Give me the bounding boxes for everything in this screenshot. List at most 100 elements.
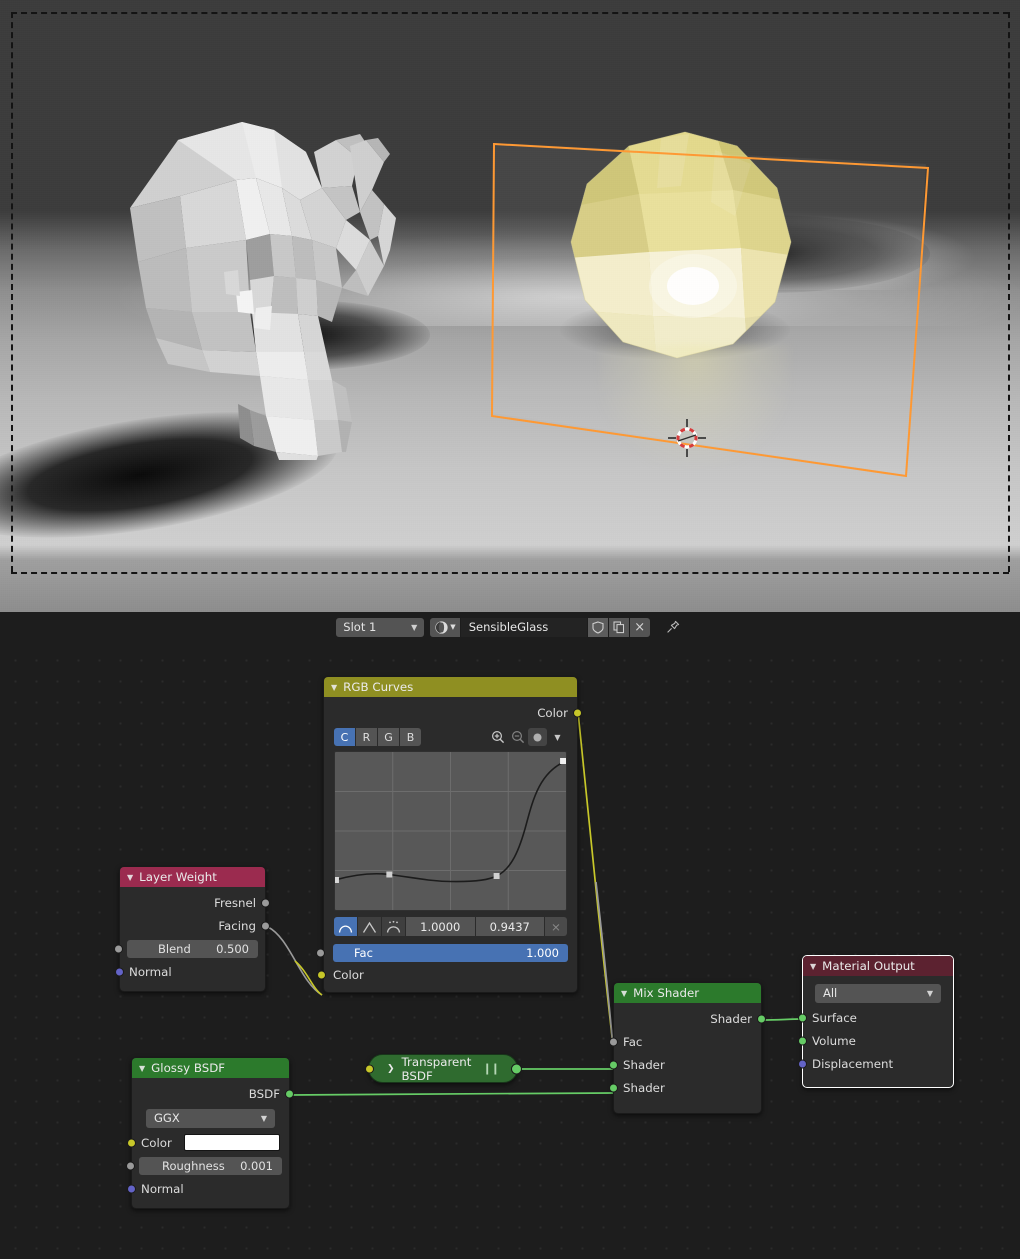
plane-selection-outline[interactable] [488, 136, 936, 484]
output-bsdf[interactable]: BSDF [132, 1082, 294, 1105]
blend-slider[interactable]: Blend 0.500 [127, 939, 258, 958]
input-fac[interactable]: Fac 1.000 [316, 941, 577, 964]
input-blend[interactable]: Blend 0.500 [114, 937, 265, 960]
fake-user-button[interactable] [586, 617, 608, 637]
socket-color-in[interactable] [317, 970, 326, 980]
socket-color[interactable] [365, 1064, 374, 1073]
socket-fac[interactable] [609, 1037, 618, 1046]
curve-tools[interactable]: ▼ [488, 728, 567, 746]
3d-viewport[interactable] [0, 0, 1020, 612]
input-fac[interactable]: Fac [609, 1030, 761, 1053]
unlink-material-button[interactable]: × [628, 617, 650, 637]
curve-point-x[interactable]: 1.0000 [406, 917, 475, 936]
new-material-button[interactable] [607, 617, 629, 637]
socket-blend[interactable] [114, 944, 123, 953]
channel-tab-g[interactable]: G [378, 728, 399, 746]
socket-bsdf[interactable] [511, 1063, 522, 1074]
fac-slider[interactable]: Fac 1.000 [333, 943, 568, 962]
curve-point-row[interactable]: 1.0000 0.9437 × [334, 917, 567, 936]
chevron-down-icon[interactable]: ▼ [548, 728, 567, 746]
node-layer-weight[interactable]: ▼ Layer Weight Fresnel Facing Blend 0.50… [114, 866, 270, 992]
color-swatch[interactable] [183, 1134, 280, 1151]
node-header-rgb-curves[interactable]: ▼ RGB Curves [324, 677, 577, 697]
render-border-top [11, 12, 1009, 14]
output-fresnel[interactable]: Fresnel [120, 891, 270, 914]
node-header-material-output[interactable]: ▼ Material Output [803, 956, 953, 976]
collapse-chevron-icon[interactable]: ▼ [127, 873, 133, 882]
node-header-layer-weight[interactable]: ▼ Layer Weight [120, 867, 265, 887]
output-shader[interactable]: Shader [614, 1007, 766, 1030]
roughness-slider[interactable]: Roughness 0.001 [139, 1156, 282, 1175]
socket-fresnel[interactable] [261, 898, 270, 907]
socket-shader-2[interactable] [609, 1083, 618, 1092]
node-grip-icon: ❙❙ [482, 1062, 500, 1075]
socket-facing[interactable] [261, 921, 270, 930]
input-shader-1[interactable]: Shader [609, 1053, 761, 1076]
curve-graph[interactable] [333, 751, 567, 911]
input-color[interactable]: Color [127, 1131, 289, 1154]
socket-surface[interactable] [798, 1013, 807, 1022]
input-displacement[interactable]: Displacement [798, 1052, 953, 1075]
socket-bsdf[interactable] [285, 1089, 294, 1098]
input-surface[interactable]: Surface [798, 1006, 953, 1029]
node-transparent-bsdf[interactable]: ❯ Transparent BSDF ❙❙ [365, 1054, 522, 1083]
node-material-output[interactable]: ▼ Material Output All ▼ Surface Volume D… [798, 955, 954, 1088]
socket-roughness[interactable] [126, 1161, 135, 1170]
socket-shader-1[interactable] [609, 1060, 618, 1069]
input-volume[interactable]: Volume [798, 1029, 953, 1052]
target-dropdown[interactable]: All ▼ [815, 983, 941, 1003]
distribution-row[interactable]: GGX ▼ [132, 1105, 289, 1131]
input-normal[interactable]: Normal [127, 1177, 289, 1200]
target-row[interactable]: All ▼ [803, 980, 953, 1006]
socket-displacement[interactable] [798, 1059, 807, 1068]
browse-material-button[interactable]: ▼ [430, 617, 461, 637]
shader-node-editor[interactable]: ▼ Layer Weight Fresnel Facing Blend 0.50… [0, 642, 1020, 1259]
material-slot-dropdown[interactable]: Slot 1 ▼ [336, 617, 425, 637]
output-facing[interactable]: Facing [120, 914, 270, 937]
socket-normal[interactable] [115, 967, 124, 976]
collapse-chevron-icon[interactable]: ▼ [139, 1064, 145, 1073]
channel-tab-c[interactable]: C [334, 728, 355, 746]
socket-normal[interactable] [127, 1184, 136, 1193]
vector-handle-icon[interactable] [358, 917, 381, 936]
input-color[interactable]: Color [317, 964, 577, 986]
render-border-right [1008, 12, 1010, 572]
suzanne-monkey-object[interactable] [60, 100, 420, 460]
input-label: Shader [623, 1057, 665, 1072]
socket-shader-out[interactable] [757, 1014, 766, 1023]
collapse-chevron-icon[interactable]: ▼ [331, 683, 337, 692]
input-shader-2[interactable]: Shader [609, 1076, 761, 1099]
node-mix-shader[interactable]: ▼ Mix Shader Shader Fac Shader Shader [609, 982, 766, 1114]
zoom-out-icon[interactable] [508, 728, 527, 746]
pin-button[interactable] [662, 617, 684, 637]
socket-volume[interactable] [798, 1036, 807, 1045]
output-color[interactable]: Color [324, 701, 582, 724]
auto-handle-icon[interactable] [382, 917, 405, 936]
socket-color[interactable] [127, 1138, 136, 1147]
auto-clamped-handle-icon[interactable] [334, 917, 357, 936]
collapse-chevron-icon[interactable]: ▼ [810, 962, 816, 971]
channel-tab-b[interactable]: B [400, 728, 421, 746]
node-header-glossy-bsdf[interactable]: ▼ Glossy BSDF [132, 1058, 289, 1078]
node-glossy-bsdf[interactable]: ▼ Glossy BSDF BSDF GGX ▼ Color Roughness… [126, 1057, 294, 1209]
curve-tools-icon[interactable] [528, 728, 547, 746]
channel-tab-r[interactable]: R [356, 728, 377, 746]
expand-chevron-icon[interactable]: ❯ [387, 1064, 395, 1074]
delete-point-button[interactable]: × [545, 917, 567, 936]
socket-fac[interactable] [316, 948, 325, 957]
collapse-chevron-icon[interactable]: ▼ [621, 989, 627, 998]
input-label: Shader [623, 1080, 665, 1095]
curve-point-y[interactable]: 0.9437 [475, 917, 544, 936]
input-label: Volume [812, 1033, 856, 1048]
input-label: Color [141, 1135, 172, 1150]
node-header-mix-shader[interactable]: ▼ Mix Shader [614, 983, 761, 1003]
input-normal[interactable]: Normal [115, 960, 265, 983]
channel-tabs[interactable]: C R G B [334, 728, 421, 746]
material-name-field[interactable]: SensibleGlass [460, 617, 587, 637]
zoom-in-icon[interactable] [488, 728, 507, 746]
distribution-dropdown[interactable]: GGX ▼ [146, 1108, 275, 1128]
node-title: Layer Weight [139, 870, 217, 884]
socket-color-out[interactable] [573, 708, 582, 717]
input-roughness[interactable]: Roughness 0.001 [126, 1154, 289, 1177]
node-rgb-curves[interactable]: ▼ RGB Curves Color C R G B ▼ 1.0000 0.94… [316, 676, 582, 993]
